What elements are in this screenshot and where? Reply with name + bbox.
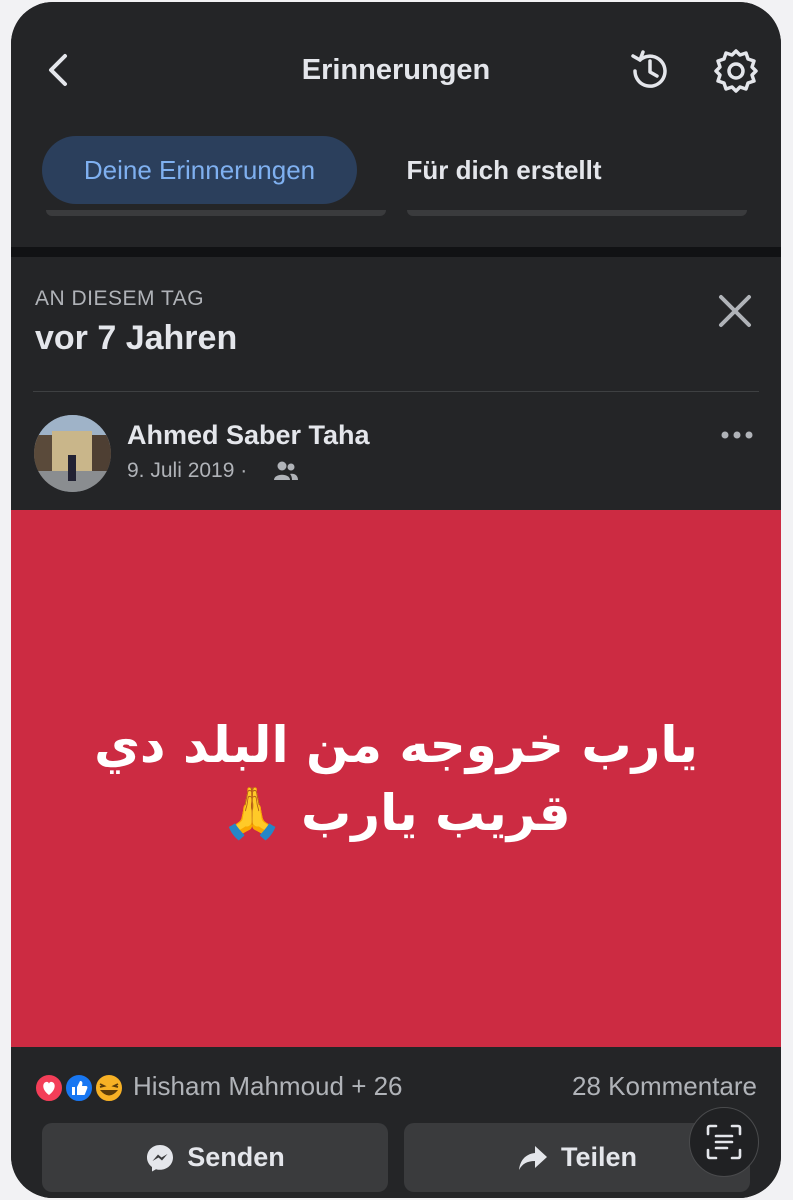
share-arrow-icon xyxy=(518,1145,547,1170)
reaction-icons[interactable] xyxy=(34,1070,134,1106)
history-icon[interactable] xyxy=(625,46,675,96)
comments-count[interactable]: 28 Kommentare xyxy=(572,1071,757,1102)
tab-made-for-you[interactable]: Für dich erstellt xyxy=(389,136,619,204)
scan-text-button[interactable] xyxy=(689,1107,759,1177)
post-date[interactable]: 9. Juli 2019 · xyxy=(127,459,247,483)
like-reaction-icon xyxy=(64,1073,94,1103)
send-label: Senden xyxy=(187,1142,285,1172)
send-button[interactable]: Senden xyxy=(42,1123,388,1192)
memory-card: AN DIESEM TAG vor 7 Jahren Ahmed Saber T… xyxy=(11,257,781,1198)
tab-indicator xyxy=(407,210,747,216)
post-text-line-1: يارب خروجه من البلد دي xyxy=(94,715,698,774)
share-label: Teilen xyxy=(560,1142,638,1172)
memory-kicker: AN DIESEM TAG xyxy=(35,287,205,310)
scan-text-icon xyxy=(706,1124,742,1160)
memory-heading: vor 7 Jahren xyxy=(35,319,238,357)
memories-screen: Erinnerungen Deine Erinnerungen Für dich… xyxy=(11,2,781,1198)
love-reaction-icon xyxy=(34,1073,64,1103)
haha-reaction-icon xyxy=(94,1073,124,1103)
avatar[interactable] xyxy=(34,415,111,492)
more-options-icon[interactable] xyxy=(719,425,755,445)
messenger-icon xyxy=(147,1144,174,1171)
post-content: يارب خروجه من البلد دي قريب يارب 🙏 xyxy=(11,510,781,1047)
close-icon[interactable] xyxy=(711,287,759,335)
tab-your-memories[interactable]: Deine Erinnerungen xyxy=(42,136,357,204)
post-author[interactable]: Ahmed Saber Taha xyxy=(127,420,370,451)
reactors-text[interactable]: Hisham Mahmoud + 26 xyxy=(133,1071,403,1102)
friends-icon xyxy=(274,461,298,480)
section-divider xyxy=(11,247,781,257)
gear-icon[interactable] xyxy=(711,46,761,96)
post-text-line-2: قريب يارب 🙏 xyxy=(221,783,571,842)
tab-indicator xyxy=(46,210,386,216)
header: Erinnerungen Deine Erinnerungen Für dich… xyxy=(11,2,781,247)
divider xyxy=(33,391,759,392)
